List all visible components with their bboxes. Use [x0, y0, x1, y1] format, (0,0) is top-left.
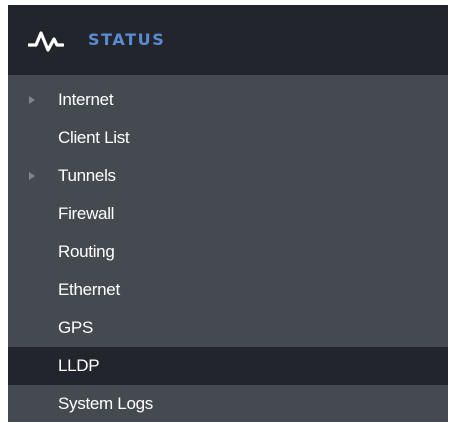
status-menu: STATUS Internet Client List Tunnels Fire… — [8, 5, 448, 422]
menu-item-client-list[interactable]: Client List — [8, 119, 448, 157]
expand-arrow-icon[interactable] — [29, 96, 35, 104]
menu-item-label: System Logs — [58, 394, 153, 413]
menu-item-tunnels[interactable]: Tunnels — [8, 157, 448, 195]
menu-item-label: Routing — [58, 242, 115, 261]
activity-pulse-icon — [28, 31, 64, 52]
menu-header-status[interactable]: STATUS — [8, 5, 448, 75]
menu-item-gps[interactable]: GPS — [8, 309, 448, 347]
menu-item-label: Tunnels — [58, 166, 116, 185]
menu-item-label: Firewall — [58, 204, 115, 223]
menu-item-firewall[interactable]: Firewall — [8, 195, 448, 233]
menu-item-label: LLDP — [58, 356, 100, 375]
menu-item-system-logs[interactable]: System Logs — [8, 385, 448, 423]
menu-list: Internet Client List Tunnels Firewall Ro… — [8, 81, 448, 423]
menu-item-label: Ethernet — [58, 280, 120, 299]
menu-item-label: Internet — [58, 90, 114, 109]
menu-header-title: STATUS — [88, 30, 166, 49]
menu-item-label: GPS — [58, 318, 94, 337]
menu-item-ethernet[interactable]: Ethernet — [8, 271, 448, 309]
menu-item-routing[interactable]: Routing — [8, 233, 448, 271]
menu-item-internet[interactable]: Internet — [8, 81, 448, 119]
menu-item-label: Client List — [58, 128, 130, 147]
menu-item-lldp[interactable]: LLDP — [8, 347, 448, 385]
expand-arrow-icon[interactable] — [29, 172, 35, 180]
